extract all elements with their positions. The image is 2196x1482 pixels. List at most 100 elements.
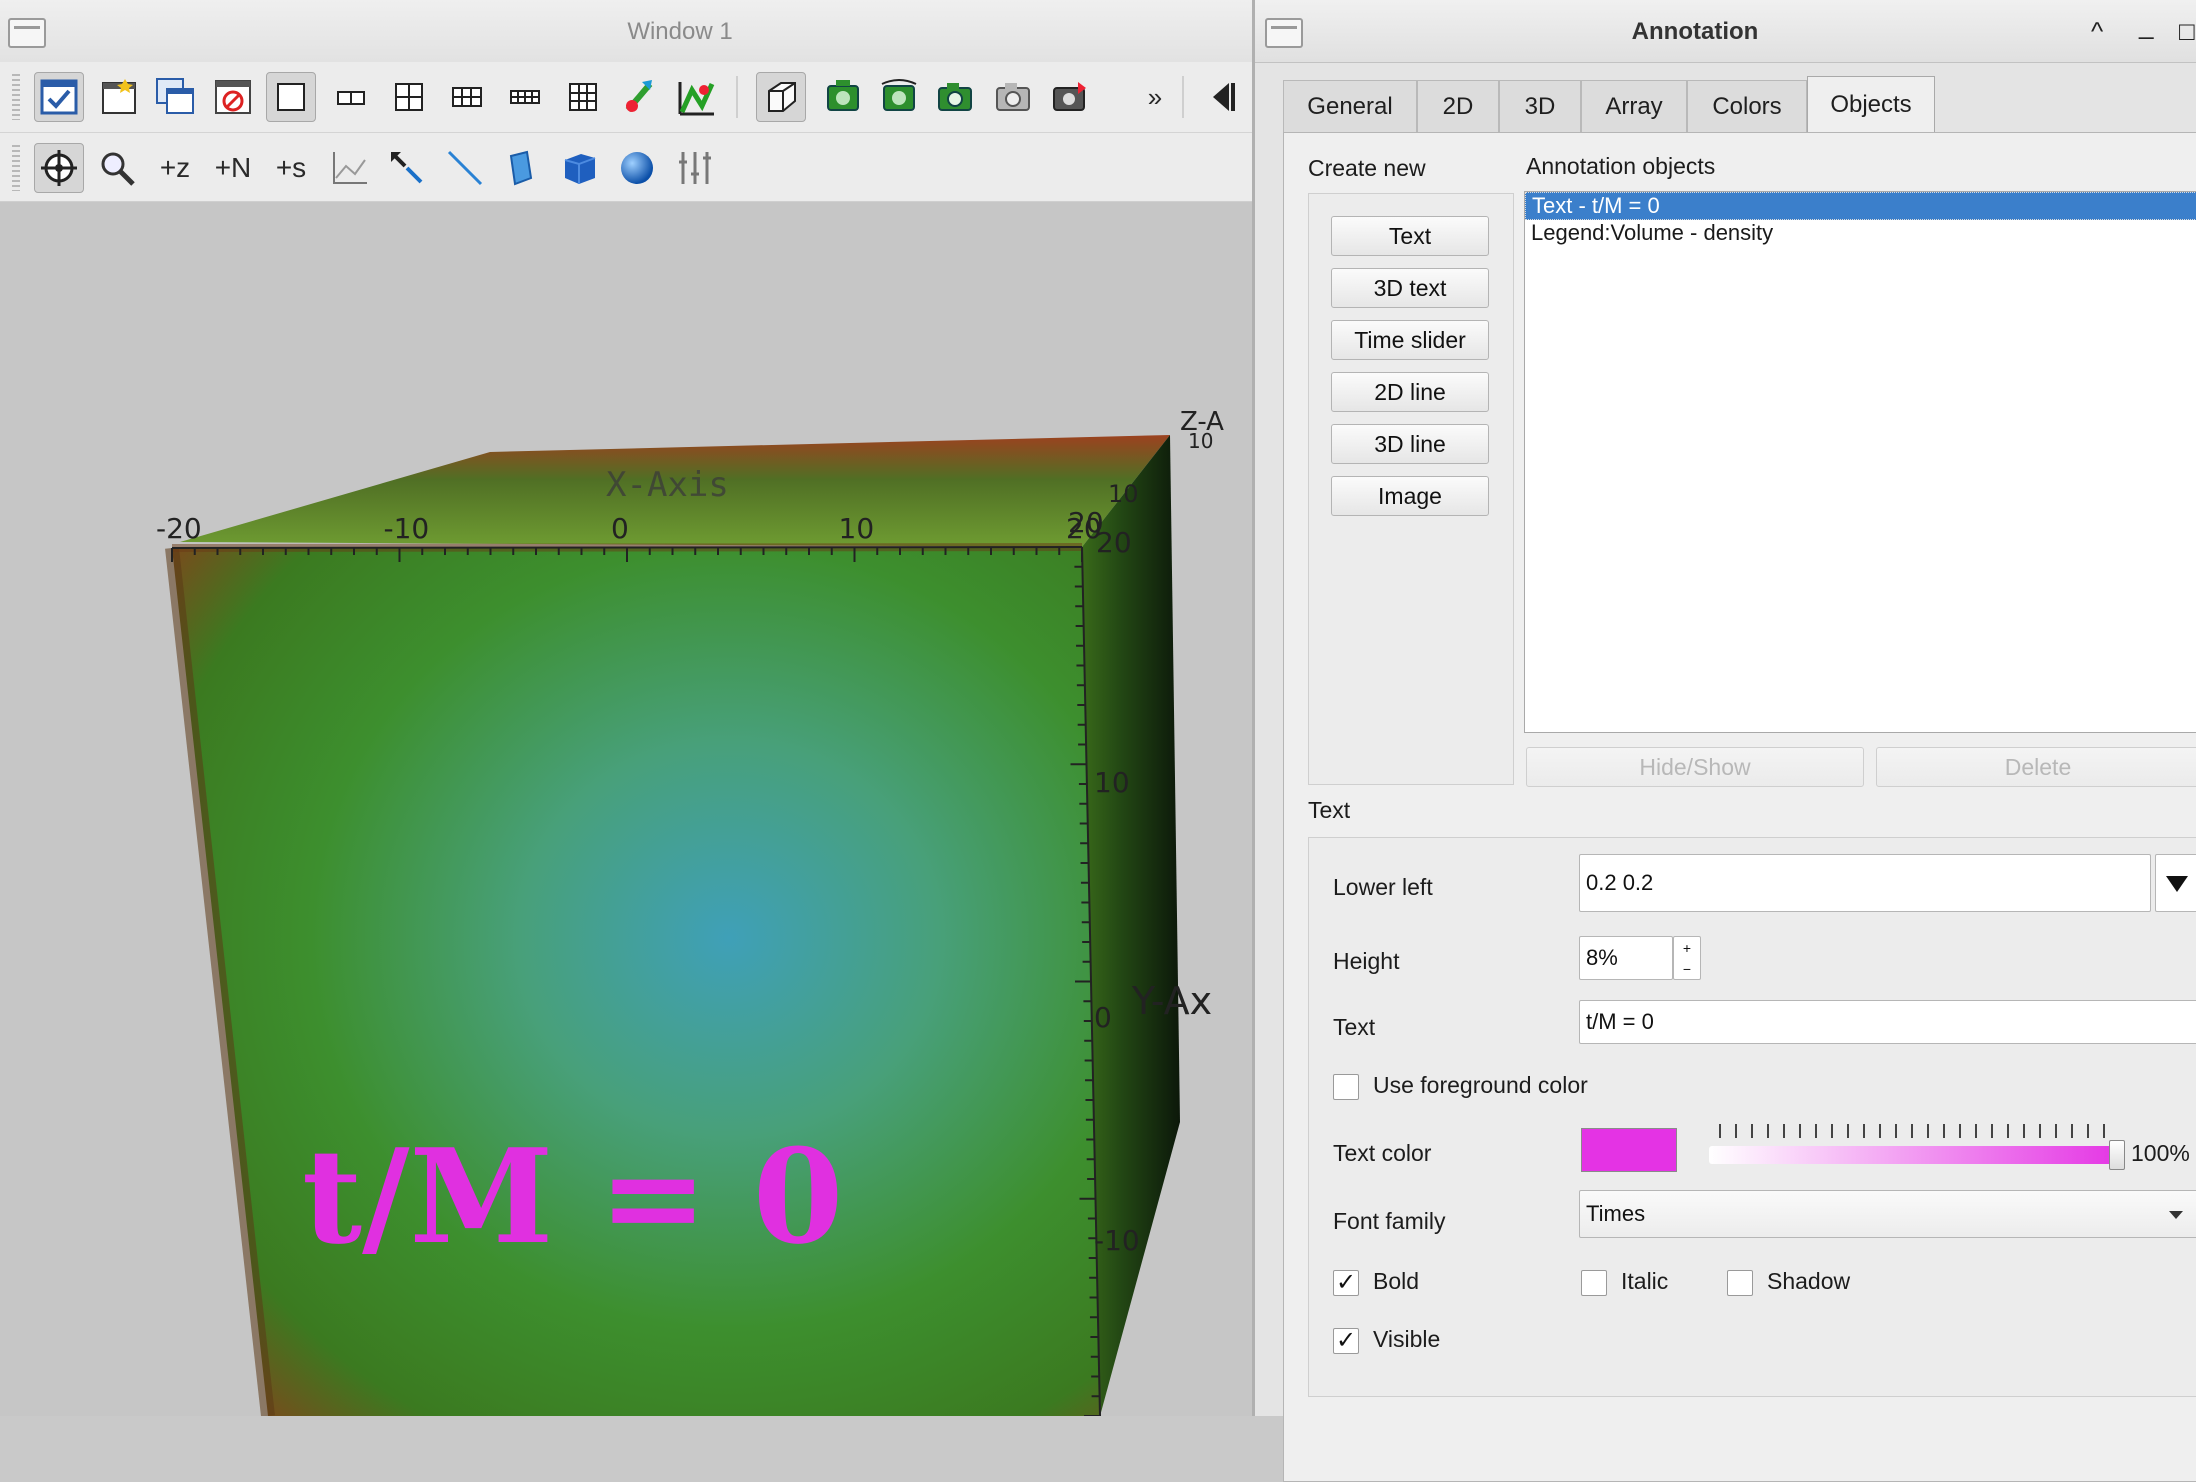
window-title: Window 1 (627, 18, 733, 45)
line-icon[interactable] (440, 143, 490, 193)
tab-array[interactable]: Array (1581, 80, 1687, 132)
minimize-button[interactable]: _ (2139, 10, 2153, 41)
collapse-panel-icon[interactable] (1196, 72, 1246, 122)
layout-2x4-icon[interactable] (500, 72, 550, 122)
cube-front-face (172, 547, 1100, 1416)
shadow-checkbox[interactable] (1727, 1270, 1753, 1296)
shade-button[interactable]: ^ (2091, 16, 2103, 47)
toolbar-separator (736, 76, 738, 118)
hide-show-button[interactable]: Hide/Show (1526, 747, 1864, 787)
new-window-icon[interactable] (94, 72, 144, 122)
x-tick-label: 0 (611, 512, 629, 545)
x-axis-line (171, 546, 1083, 549)
annotation-titlebar: Annotation ^ _ □ (1255, 0, 2196, 63)
plane-tool-icon[interactable] (496, 143, 546, 193)
maximize-button[interactable]: □ (2179, 16, 2195, 47)
text-color-label: Text color (1333, 1140, 1432, 1166)
tab-2d[interactable]: 2D (1417, 80, 1499, 132)
volume-plot: -20 -10 0 10 20 100-10 X-Axis Y-Ax Z-A 10 20… (156, 407, 1224, 1416)
height-spinner[interactable]: + − (1673, 936, 1701, 980)
y-tick-label: 10 (1094, 766, 1130, 799)
opacity-slider[interactable] (1709, 1124, 2125, 1180)
spin-icon[interactable] (874, 72, 924, 122)
list-item[interactable]: Text - t/M = 0 (1525, 192, 2196, 220)
more-tools-icon[interactable]: » (1130, 72, 1180, 122)
viewport[interactable]: -20 -10 0 10 20 10 0 -10 X-Axis Y-Ax Z-A 10 20… (0, 202, 1252, 1416)
annotation-objects-list[interactable]: Text - t/M = 0 Legend:Volume - density (1524, 191, 2196, 733)
italic-label: Italic (1621, 1268, 1669, 1294)
photo-icon[interactable] (1046, 72, 1096, 122)
layout-1x1-icon[interactable] (266, 72, 316, 122)
x-tick-label: -10 (384, 512, 430, 545)
bold-checkbox[interactable]: ✓ (1333, 1270, 1359, 1296)
create-image-button[interactable]: Image (1331, 476, 1489, 516)
layout-2x3-icon[interactable] (442, 72, 492, 122)
font-family-select[interactable]: Times (1579, 1190, 2196, 1238)
delete-window-icon[interactable] (208, 72, 258, 122)
spin-up-icon[interactable]: + (1683, 940, 1691, 956)
active-window-icon[interactable] (34, 72, 84, 122)
delete-button[interactable]: Delete (1876, 747, 2196, 787)
zone-pick-icon[interactable]: +z (150, 143, 200, 193)
tab-3d[interactable]: 3D (1499, 80, 1581, 132)
zoom-icon[interactable] (92, 143, 142, 193)
clone-window-icon[interactable] (150, 72, 200, 122)
save-image-icon[interactable] (930, 72, 980, 122)
x-axis-title: X-Axis (606, 465, 729, 505)
slider-handle[interactable] (2109, 1140, 2125, 1170)
corner-tick-c: 20 (1096, 526, 1132, 559)
create-3d-text-button[interactable]: 3D text (1331, 268, 1489, 308)
axis-restrict-icon[interactable] (670, 143, 720, 193)
tab-colors[interactable]: Colors (1687, 80, 1807, 132)
spin-down-icon[interactable]: − (1683, 961, 1691, 977)
height-field[interactable]: 8% (1579, 936, 1673, 980)
y-axis-title: Y-Ax (1131, 979, 1212, 1023)
toolbar-grip[interactable] (12, 74, 20, 120)
corner-tick-b: 10 (1108, 480, 1139, 508)
line-tool-icon[interactable] (382, 143, 432, 193)
navigate-icon[interactable] (34, 143, 84, 193)
lower-left-label: Lower left (1333, 874, 1433, 900)
text-field[interactable]: t/M = 0 (1579, 1000, 2196, 1044)
text-section-title: Text (1308, 797, 1351, 823)
italic-checkbox[interactable] (1581, 1270, 1607, 1296)
animate-icon[interactable] (818, 72, 868, 122)
lower-left-field[interactable]: 0.2 0.2 (1579, 854, 2151, 912)
node-pick-icon[interactable]: +N (208, 143, 258, 193)
create-time-slider-button[interactable]: Time slider (1331, 320, 1489, 360)
layout-2x2-icon[interactable] (384, 72, 434, 122)
toolbar-grip[interactable] (12, 145, 20, 191)
visible-label: Visible (1373, 1326, 1441, 1352)
print-icon[interactable] (988, 72, 1038, 122)
lineout-icon[interactable] (324, 143, 374, 193)
tab-objects[interactable]: Objects (1807, 76, 1935, 132)
lock-time-icon[interactable] (672, 72, 722, 122)
lower-left-dropdown[interactable] (2155, 854, 2196, 912)
bold-label: Bold (1373, 1268, 1420, 1294)
shadow-label: Shadow (1767, 1268, 1851, 1294)
text-color-button[interactable] (1581, 1128, 1677, 1172)
sphere-tool-icon[interactable] (612, 143, 662, 193)
text-properties-group: Lower left 0.2 0.2 Height 8% + − Text t/M… (1308, 837, 2196, 1397)
create-text-button[interactable]: Text (1331, 216, 1489, 256)
create-3d-line-button[interactable]: 3D line (1331, 424, 1489, 464)
y-tick-label: 0 (1094, 1001, 1112, 1034)
use-foreground-checkbox[interactable] (1333, 1074, 1359, 1100)
time-annotation-text: t/M = 0 (302, 1120, 843, 1273)
text-label: Text (1333, 1014, 1376, 1040)
annotation-objects-label: Annotation objects (1526, 153, 1716, 179)
chevron-down-icon (2169, 1211, 2183, 1219)
perspective-icon[interactable] (756, 72, 806, 122)
tab-general[interactable]: General (1283, 80, 1417, 132)
slider-track (1709, 1146, 2125, 1164)
create-2d-line-button[interactable]: 2D line (1331, 372, 1489, 412)
lock-view-icon[interactable] (616, 72, 666, 122)
spreadsheet-pick-icon[interactable]: +s (266, 143, 316, 193)
x-tick-label: -20 (156, 512, 202, 545)
slider-ticks (1719, 1124, 2115, 1138)
box-tool-icon[interactable] (554, 143, 604, 193)
visible-checkbox[interactable]: ✓ (1333, 1328, 1359, 1354)
layout-3x3-icon[interactable] (558, 72, 608, 122)
list-item[interactable]: Legend:Volume - density (1525, 220, 2196, 246)
layout-1x2-icon[interactable] (326, 72, 376, 122)
